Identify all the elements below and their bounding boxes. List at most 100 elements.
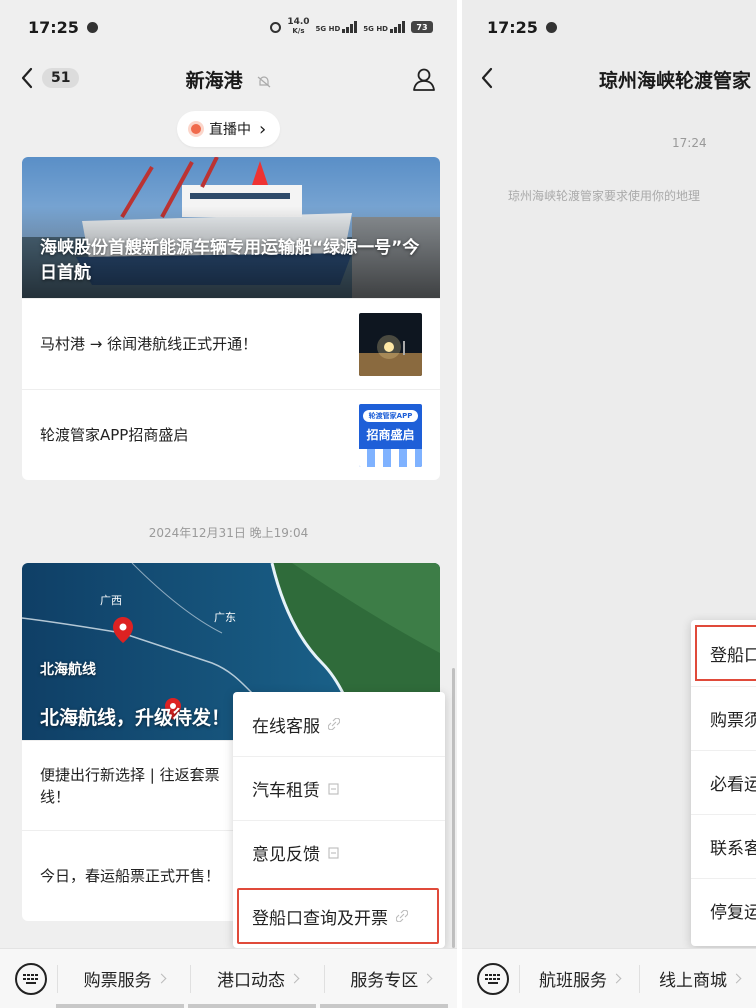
message-timestamp: 2024年12月31日 晚上19:04 (148, 526, 309, 540)
menu-item-label: 登船口 (710, 645, 756, 666)
hero-title: 北海航线，升级待发！ (40, 707, 231, 729)
menu-item-boarding-gate-ticketing[interactable]: 登船口查询及开票 (237, 888, 439, 944)
menu-tab-service-zone[interactable]: 服务专区 (323, 964, 457, 993)
menu-tab-label: 线上商城 (659, 971, 727, 991)
hero-article[interactable]: 海峡股份首艘新能源车辆专用运输船“绿源一号”今日首航 (22, 157, 440, 298)
signal-bars-icon (342, 21, 358, 33)
mini-program-icon (328, 846, 339, 859)
live-streaming-pill[interactable]: 直播中 › (177, 111, 281, 147)
status-time: 17:25 (487, 17, 538, 37)
menu-item-car-rental[interactable]: 汽车租赁 (233, 756, 445, 820)
article-title: 马村港 → 徐闻港航线正式开通！ (40, 335, 258, 353)
battery-icon: 73 (411, 21, 433, 33)
signal-2: 5G HD (363, 21, 405, 33)
status-bar: 17:25 14.0 K/s 5G HD 5G HD 73 (0, 0, 457, 54)
link-icon (328, 718, 340, 730)
menu-item-label: 登船口查询及开票 (252, 908, 388, 929)
menu-item-label: 意见反馈 (252, 845, 320, 865)
menu-tab-port-news[interactable]: 港口动态 (190, 964, 323, 993)
battery-level: 73 (416, 22, 428, 32)
hero-title: 海峡股份首艘新能源车辆专用运输船“绿源一号”今日首航 (40, 238, 420, 283)
thumb-pattern (359, 449, 422, 467)
live-dot-icon (191, 124, 201, 134)
menu-item-label: 停复运 (710, 903, 756, 923)
mini-program-icon (328, 782, 339, 795)
menu-tab-flight-service[interactable]: 航班服务 (519, 964, 639, 993)
service-popup-menu: 在线客服 汽车租赁 意见反馈 登船口查询及开票 (233, 692, 445, 948)
menu-item-label: 汽车租赁 (252, 781, 320, 801)
menu-caret-icon (731, 973, 742, 984)
net-speed-unit: K/s (292, 27, 305, 35)
signal-bars-icon (390, 21, 405, 33)
menu-item-label: 联系客 (710, 839, 756, 859)
left-phone-screen: 17:25 14.0 K/s 5G HD 5G HD 73 51 新海港 直播中… (0, 0, 457, 1008)
article-thumbnail (359, 313, 422, 376)
menu-item-ticket-notice[interactable]: 购票须 (691, 686, 756, 750)
signal-2-label: 5G HD (363, 25, 388, 33)
nav-bar: 琼州海峡轮渡管家 (462, 54, 756, 104)
menu-tab-label: 服务专区 (350, 971, 419, 991)
menu-item-label: 必看运 (710, 775, 756, 795)
chat-title-text: 新海港 (185, 70, 243, 92)
chevron-right-icon: › (259, 118, 267, 140)
article-card: 海峡股份首艘新能源车辆专用运输船“绿源一号”今日首航 马村港 → 徐闻港航线正式… (22, 157, 440, 480)
menu-item-contact-service[interactable]: 联系客 (691, 814, 756, 878)
thumb-line-2: 招商盛启 (366, 428, 415, 442)
menu-item-feedback[interactable]: 意见反馈 (233, 820, 445, 884)
right-phone-screen: 17:25 琼州海峡轮渡管家 17:24 琼州海峡轮渡管家要求使用你的地理 登船… (462, 0, 756, 1008)
menu-item-boarding-gate[interactable]: 登船口 (695, 625, 756, 681)
thumb-line-1: 轮渡管家APP (363, 410, 418, 422)
alarm-icon (270, 21, 282, 33)
map-label-guangxi: 广西 (100, 594, 122, 607)
hero-tag: 北海航线 (40, 662, 96, 678)
menu-item-online-service[interactable]: 在线客服 (233, 692, 445, 756)
link-icon (396, 910, 408, 922)
article-title: 今日，春运船票正式开售！ (40, 866, 221, 885)
article-row[interactable]: 轮渡管家APP招商盛启 轮渡管家APP 招商盛启 (22, 389, 440, 480)
menu-caret-icon (156, 973, 167, 984)
message-timestamp: 17:24 (672, 136, 707, 150)
menu-tab-label: 港口动态 (216, 971, 285, 991)
status-icons: 14.0 K/s 5G HD 5G HD 73 (270, 18, 433, 36)
map-label-guangdong: 广东 (214, 611, 236, 624)
back-chevron-icon (481, 67, 493, 89)
keyboard-icon[interactable] (477, 962, 509, 995)
status-time: 17:25 (28, 17, 79, 37)
mute-bell-icon (257, 75, 271, 87)
article-title: 轮渡管家APP招商盛启 (40, 426, 189, 444)
system-message: 琼州海峡轮渡管家要求使用你的地理 (508, 189, 701, 203)
menu-item-label: 在线客服 (252, 716, 320, 737)
article-title: 便捷出行新选择 | 往返套票线！ (40, 765, 220, 806)
nav-bar: 51 新海港 (0, 54, 457, 104)
menu-tab-online-mall[interactable]: 线上商城 (639, 964, 756, 993)
menu-tab-ticket-service[interactable]: 购票服务 (57, 964, 190, 993)
menu-caret-icon (422, 973, 433, 984)
bottom-handle (56, 1004, 448, 1008)
notification-dot-icon (545, 21, 557, 33)
menu-tab-label: 航班服务 (539, 971, 607, 991)
keyboard-icon[interactable] (15, 962, 47, 995)
service-popup-menu: 登船口 购票须 必看运 联系客 停复运 (691, 620, 756, 946)
net-speed: 14.0 K/s (287, 18, 309, 36)
net-speed-value: 14.0 (287, 17, 310, 27)
notification-dot-icon (86, 21, 98, 33)
article-row[interactable]: 马村港 → 徐闻港航线正式开通！ (22, 298, 440, 389)
menu-caret-icon (611, 973, 622, 984)
chat-title: 新海港 (0, 66, 457, 93)
signal-1-label: 5G HD (315, 25, 341, 33)
status-bar: 17:25 (462, 0, 756, 54)
user-profile-icon[interactable] (411, 66, 437, 92)
bottom-menu-bar: 航班服务 线上商城 (462, 948, 756, 1008)
chat-title: 琼州海峡轮渡管家 (599, 70, 752, 92)
back-button[interactable] (480, 66, 494, 90)
menu-item-must-read[interactable]: 必看运 (691, 750, 756, 814)
menu-item-label: 购票须 (710, 711, 756, 731)
menu-caret-icon (289, 973, 300, 984)
scrollbar[interactable] (452, 668, 455, 948)
signal-1: 5G HD (316, 21, 358, 33)
bottom-menu-bar: 购票服务 港口动态 服务专区 (0, 948, 457, 1008)
live-label: 直播中 (209, 122, 251, 138)
menu-item-service-suspension[interactable]: 停复运 (691, 878, 756, 942)
article-thumbnail: 轮渡管家APP 招商盛启 (359, 404, 422, 467)
menu-tab-label: 购票服务 (83, 971, 152, 991)
